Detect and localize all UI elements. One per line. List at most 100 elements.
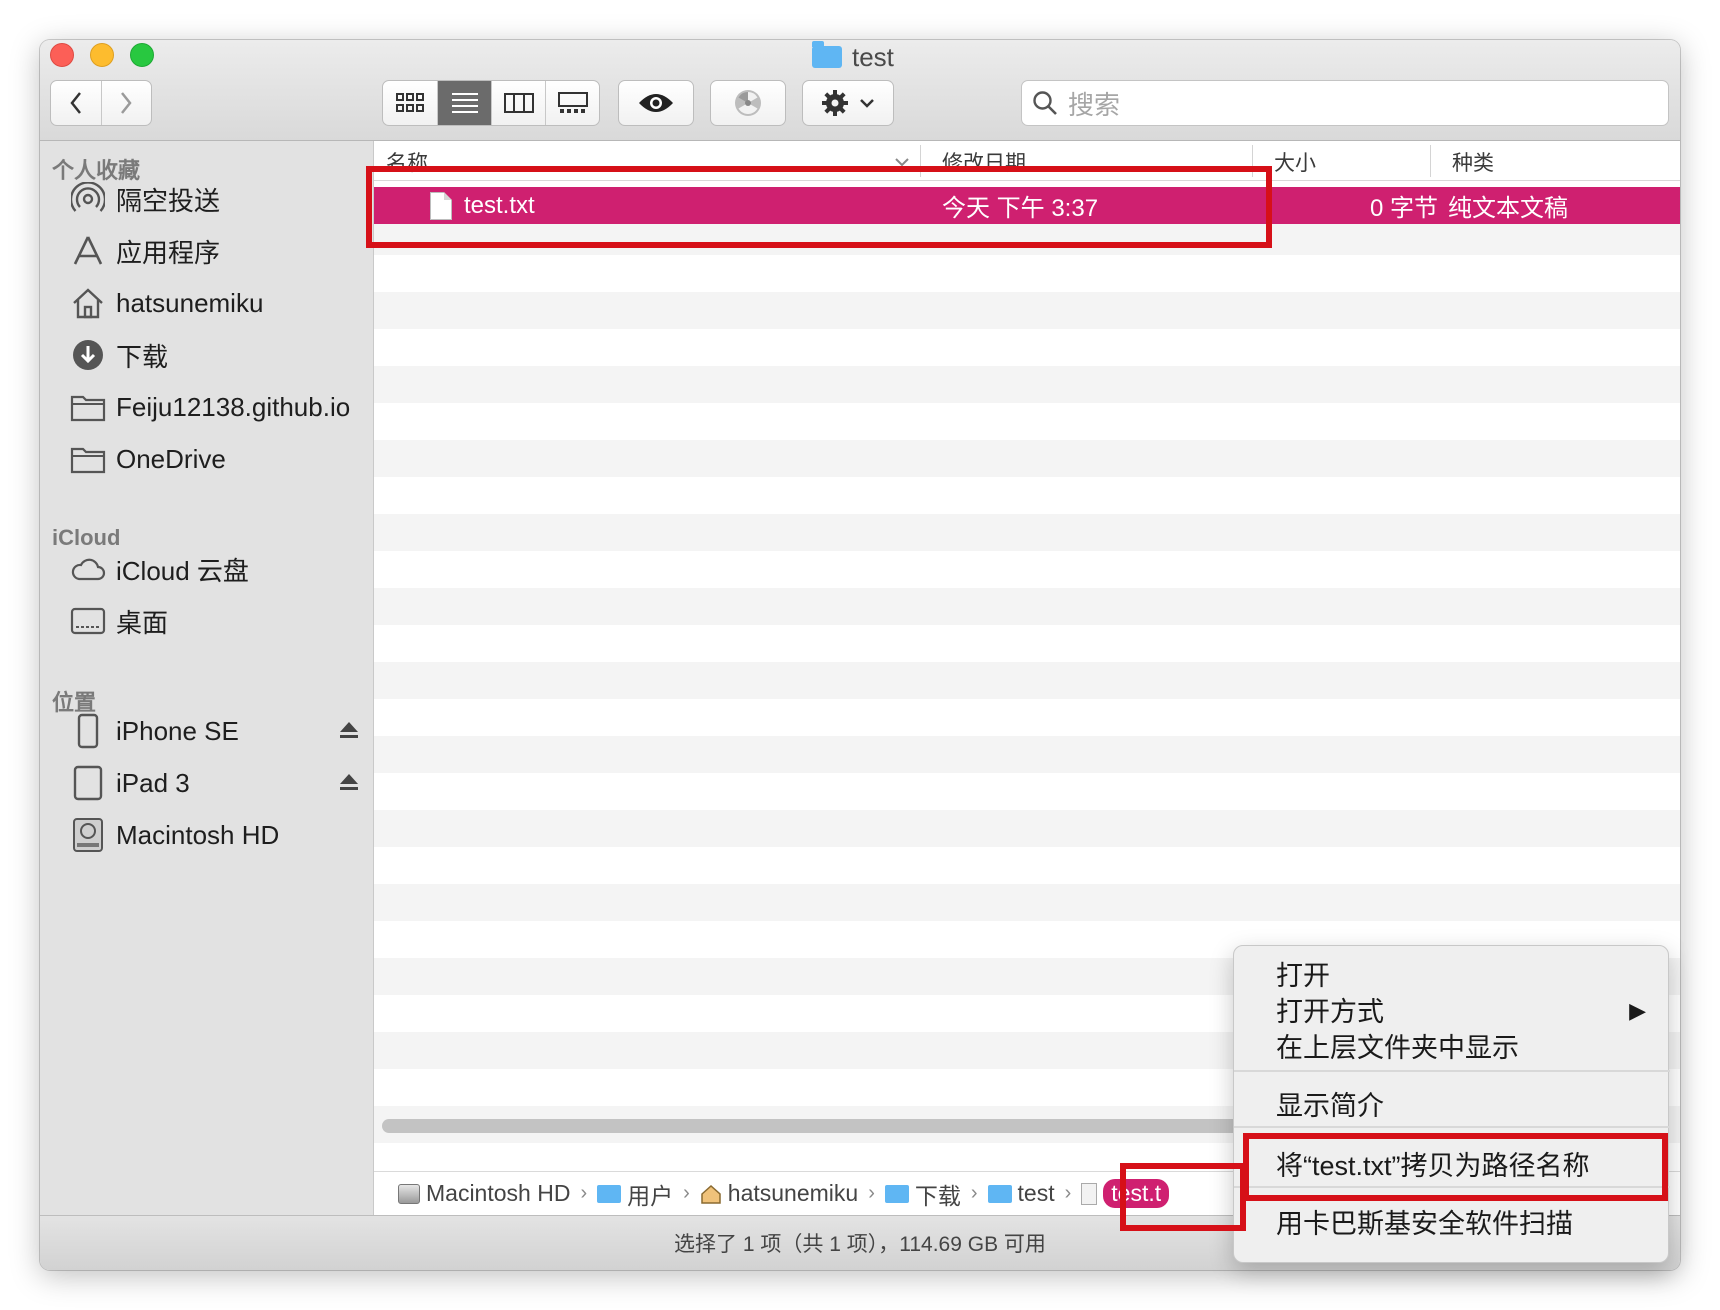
- grid-icon: [396, 93, 424, 112]
- path-crumb-label: Macintosh HD: [426, 1180, 571, 1206]
- radiation-icon: [735, 90, 761, 116]
- sidebar-item-label: 桌面: [116, 607, 169, 638]
- folder-icon: [68, 387, 108, 427]
- menu-item-open[interactable]: 打开: [1276, 954, 1330, 993]
- cloud-icon: [68, 549, 108, 589]
- chevron-right-icon: ›: [1064, 1182, 1072, 1204]
- sidebar-item-icloud-drive[interactable]: iCloud 云盘: [68, 547, 249, 591]
- menu-item-show-in-enclosing-folder[interactable]: 在上层文件夹中显示: [1276, 1026, 1519, 1065]
- menu-item-get-info[interactable]: 显示简介: [1276, 1084, 1384, 1123]
- column-separator[interactable]: [1430, 145, 1431, 177]
- sidebar-item-label: 下载: [116, 341, 169, 372]
- downloads-icon: [68, 335, 108, 375]
- chevron-down-icon: [860, 99, 874, 108]
- chevron-right-icon: ›: [683, 1182, 690, 1204]
- path-crumb-macintosh-hd[interactable]: Macintosh HD: [398, 1180, 570, 1207]
- path-crumb-test[interactable]: test: [987, 1180, 1055, 1207]
- path-crumb-label: 下载: [914, 1182, 961, 1209]
- document-icon: [1081, 1182, 1098, 1205]
- search-field[interactable]: 搜索: [1021, 80, 1669, 126]
- search-icon: [1033, 91, 1057, 115]
- gallery-view-button[interactable]: [545, 81, 599, 125]
- sidebar-item-downloads[interactable]: 下载: [68, 333, 168, 377]
- sidebar: 个人收藏 隔空投送 应用程序 hatsunemiku 下载 Feiju12138…: [40, 141, 374, 1270]
- sidebar-item-airdrop[interactable]: 隔空投送: [68, 177, 220, 221]
- column-header-size[interactable]: 大小: [1274, 147, 1316, 177]
- folder-icon: [812, 41, 842, 68]
- folder-icon: [884, 1184, 909, 1203]
- harddisk-icon: [68, 815, 108, 855]
- sidebar-item-home[interactable]: hatsunemiku: [68, 281, 263, 325]
- sidebar-item-onedrive[interactable]: OneDrive: [68, 437, 226, 481]
- titlebar: test 搜索: [40, 40, 1680, 141]
- eject-icon[interactable]: [338, 771, 360, 793]
- maximize-window-button[interactable]: [130, 43, 154, 67]
- icon-view-button[interactable]: [383, 81, 437, 125]
- chevron-right-icon: ›: [580, 1182, 588, 1204]
- sidebar-item-label: hatsunemiku: [116, 287, 264, 318]
- close-window-button[interactable]: [50, 43, 74, 67]
- path-crumb-label: hatsunemiku: [727, 1180, 859, 1206]
- gear-icon: [822, 90, 848, 116]
- sidebar-item-label: OneDrive: [116, 443, 226, 474]
- navigation-buttons: [50, 80, 152, 126]
- back-button[interactable]: [51, 81, 101, 125]
- sidebar-item-applications[interactable]: 应用程序: [68, 229, 220, 273]
- path-crumb-users[interactable]: 用户: [597, 1177, 673, 1211]
- desktop-icon: [68, 601, 108, 641]
- chevron-right-icon: ›: [868, 1182, 875, 1204]
- iphone-icon: [68, 711, 108, 751]
- highlight-box-path-current: [1120, 1163, 1246, 1231]
- chevron-right-icon: ›: [970, 1182, 978, 1204]
- menu-divider: [1234, 1126, 1670, 1128]
- sidebar-item-label: iPhone SE: [116, 715, 239, 746]
- home-icon: [68, 283, 108, 323]
- folder-icon: [597, 1184, 622, 1203]
- sidebar-item-desktop[interactable]: 桌面: [68, 599, 168, 643]
- path-crumb-label: test: [1017, 1180, 1055, 1206]
- window-title: test: [812, 40, 894, 74]
- forward-button[interactable]: [100, 81, 152, 125]
- sidebar-item-label: iCloud 云盘: [116, 555, 249, 586]
- submenu-arrow-icon: ▶: [1629, 998, 1646, 1023]
- folder-icon: [987, 1184, 1012, 1203]
- applications-icon: [68, 231, 108, 271]
- sidebar-item-label: 应用程序: [116, 237, 221, 268]
- sidebar-item-label: Feiju12138.github.io: [116, 391, 351, 422]
- path-crumb-home[interactable]: hatsunemiku: [700, 1180, 858, 1207]
- sidebar-item-label: Macintosh HD: [116, 819, 280, 850]
- window-title-text: test: [852, 41, 894, 72]
- chevron-left-icon: [70, 92, 81, 114]
- eye-icon: [639, 94, 673, 112]
- folder-icon: [68, 439, 108, 479]
- sidebar-item-label: iPad 3: [116, 767, 190, 798]
- menu-item-kaspersky-scan[interactable]: 用卡巴斯基安全软件扫描: [1276, 1202, 1573, 1241]
- view-mode-selector: [382, 80, 600, 126]
- list-view-button[interactable]: [437, 81, 491, 125]
- sidebar-item-feiju-github[interactable]: Feiju12138.github.io: [68, 385, 350, 429]
- quick-look-button[interactable]: [618, 80, 694, 126]
- column-view-button[interactable]: [491, 81, 545, 125]
- sidebar-item-ipad-3[interactable]: iPad 3: [68, 761, 190, 805]
- sidebar-item-macintosh-hd[interactable]: Macintosh HD: [68, 813, 279, 857]
- ipad-icon: [68, 763, 108, 803]
- sidebar-item-iphone-se[interactable]: iPhone SE: [68, 709, 239, 753]
- harddisk-icon: [398, 1183, 420, 1204]
- status-text: 选择了 1 项（共 1 项），114.69 GB 可用: [674, 1233, 1046, 1256]
- minimize-window-button[interactable]: [90, 43, 114, 67]
- highlight-box-selected-file: [366, 166, 1272, 248]
- search-placeholder: 搜索: [1068, 89, 1121, 120]
- path-crumb-downloads[interactable]: 下载: [884, 1177, 961, 1211]
- highlight-box-copy-path: [1243, 1133, 1668, 1201]
- menu-item-open-with[interactable]: 打开方式: [1276, 990, 1384, 1029]
- chevron-right-icon: [121, 92, 132, 114]
- columns-icon: [503, 93, 534, 113]
- column-header-kind[interactable]: 种类: [1452, 147, 1494, 177]
- eject-icon[interactable]: [338, 719, 360, 741]
- action-menu-button[interactable]: [802, 80, 894, 126]
- context-menu: 打开 打开方式 ▶ 在上层文件夹中显示 显示简介 将“test.txt”拷贝为路…: [1233, 945, 1670, 1263]
- home-icon: [701, 1184, 721, 1204]
- file-kind: 纯文本文稿: [1448, 195, 1568, 222]
- menu-divider: [1234, 1070, 1670, 1072]
- burn-button[interactable]: [710, 80, 786, 126]
